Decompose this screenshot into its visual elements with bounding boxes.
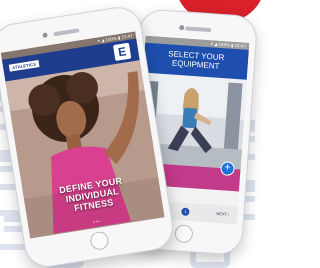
home-button[interactable] [174,224,194,244]
front-camera-icon [179,24,185,31]
speaker-grille [185,26,212,33]
brand-badge: ATHLETICS [8,60,40,72]
speaker-grille [53,28,80,37]
brand-logo-icon: E [113,42,132,61]
next-button[interactable]: NEXT › [216,205,230,224]
home-button[interactable] [89,230,110,252]
splash-screen: ▾ ◢ 100% ▮ 15:47 ATHLETICS E DEFINE YOUR… [0,31,165,239]
page-indicator: 1 [181,207,190,217]
front-camera-icon [42,32,49,38]
